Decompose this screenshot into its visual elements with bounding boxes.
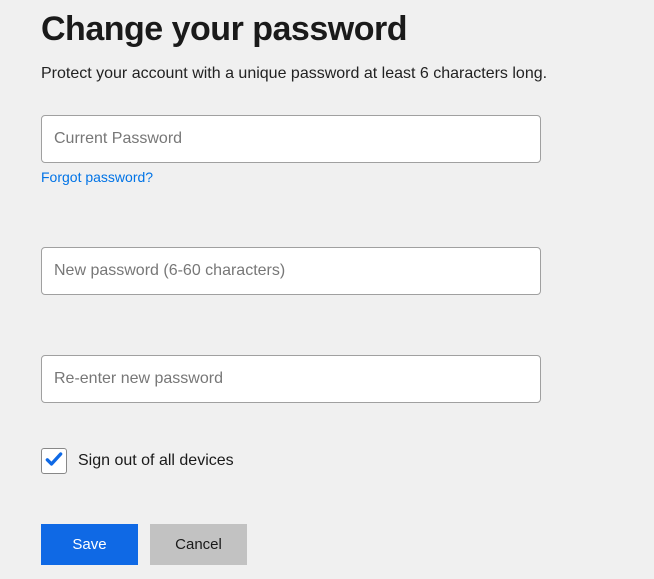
- confirm-password-input[interactable]: [41, 355, 541, 403]
- signout-checkbox[interactable]: [41, 448, 67, 474]
- current-password-group: Forgot password?: [41, 115, 654, 187]
- forgot-password-link[interactable]: Forgot password?: [41, 169, 153, 185]
- signout-checkbox-label: Sign out of all devices: [78, 452, 234, 470]
- signout-checkbox-row: Sign out of all devices: [41, 448, 654, 474]
- check-icon: [44, 449, 64, 474]
- save-button[interactable]: Save: [41, 524, 138, 565]
- cancel-button[interactable]: Cancel: [150, 524, 247, 565]
- new-password-input[interactable]: [41, 247, 541, 295]
- page-title: Change your password: [41, 10, 654, 49]
- current-password-input[interactable]: [41, 115, 541, 163]
- page-subtitle: Protect your account with a unique passw…: [41, 65, 654, 83]
- new-password-group: [41, 247, 654, 295]
- button-row: Save Cancel: [41, 524, 654, 565]
- confirm-password-group: [41, 355, 654, 403]
